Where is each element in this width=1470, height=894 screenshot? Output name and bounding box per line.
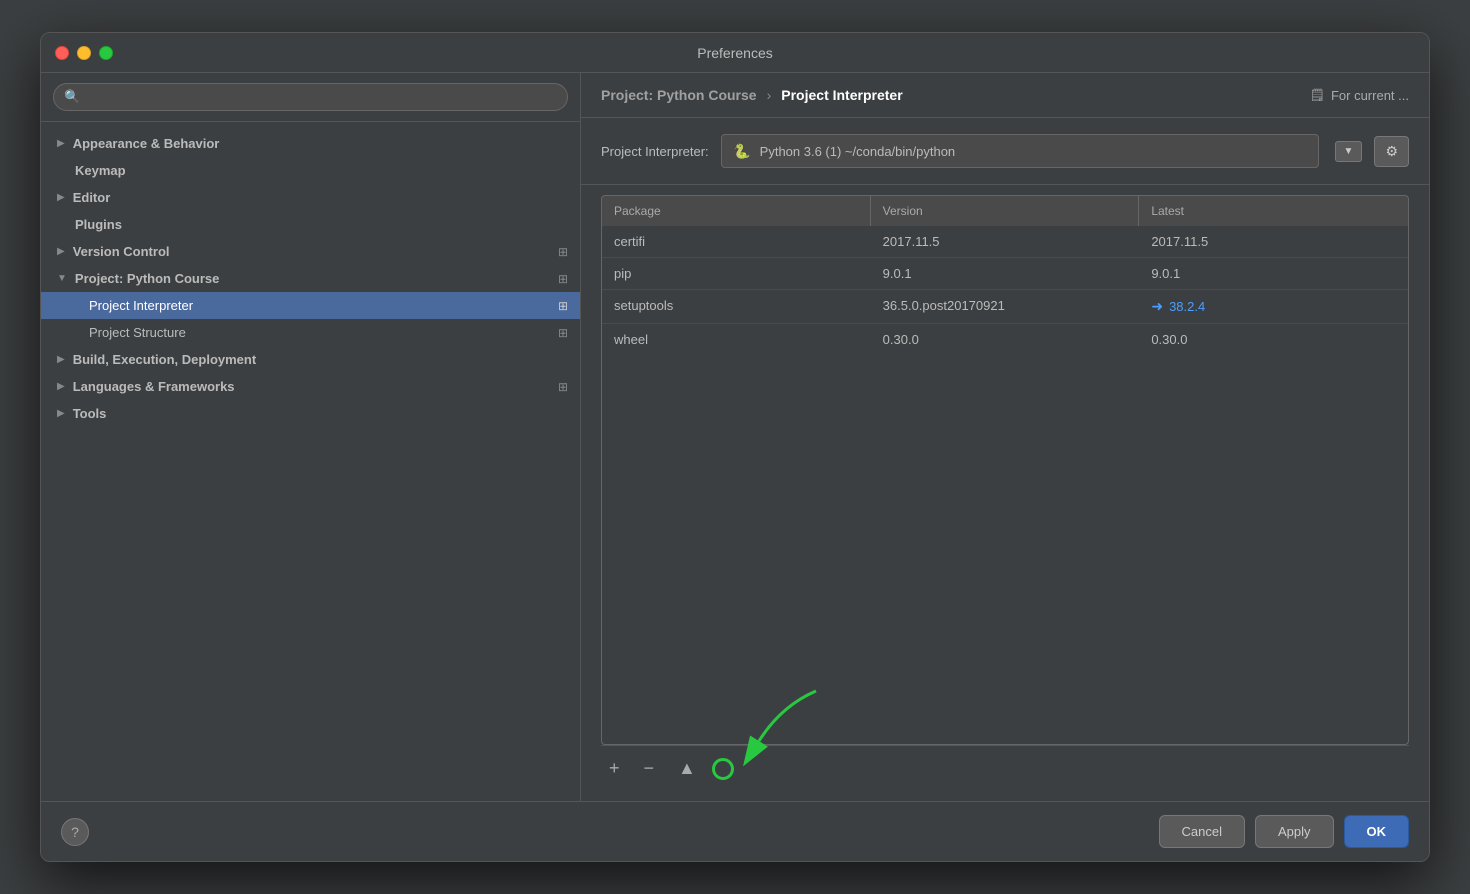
sidebar-item-version-control[interactable]: ▶ Version Control ⊞	[41, 238, 580, 265]
table-row[interactable]: wheel 0.30.0 0.30.0	[602, 324, 1408, 355]
pkg-latest: 9.0.1	[1139, 258, 1408, 289]
table-row[interactable]: certifi 2017.11.5 2017.11.5	[602, 226, 1408, 258]
breadcrumb: Project: Python Course › Project Interpr…	[581, 73, 1429, 118]
interpreter-label: Project Interpreter:	[601, 144, 709, 159]
sidebar-item-project-structure[interactable]: Project Structure ⊞	[41, 319, 580, 346]
table-header: Package Version Latest	[601, 195, 1409, 226]
arrow-icon: ▶	[57, 354, 65, 365]
for-current-label: For current ...	[1331, 88, 1409, 103]
sidebar-item-editor[interactable]: ▶ Editor	[41, 184, 580, 211]
context-icon: 🗒	[1310, 88, 1325, 102]
dialog-title: Preferences	[697, 45, 772, 61]
footer-buttons: Cancel Apply OK	[1159, 815, 1410, 848]
table-row[interactable]: setuptools 36.5.0.post20170921 ➜ 38.2.4	[602, 290, 1408, 324]
breadcrumb-parent: Project: Python Course	[601, 87, 757, 103]
sidebar-nav: ▶ Appearance & Behavior Keymap ▶ Editor …	[41, 122, 580, 801]
arrow-icon: ▶	[57, 246, 65, 257]
breadcrumb-right[interactable]: 🗒 For current ...	[1310, 88, 1409, 103]
add-package-button[interactable]: +	[601, 754, 628, 783]
ok-button[interactable]: OK	[1344, 815, 1410, 848]
sidebar-item-keymap[interactable]: Keymap	[41, 157, 580, 184]
close-button[interactable]	[55, 46, 69, 60]
title-bar: Preferences	[41, 33, 1429, 73]
upgrade-package-button[interactable]: ▲	[670, 754, 704, 783]
cancel-button[interactable]: Cancel	[1159, 815, 1245, 848]
sidebar-item-tools[interactable]: ▶ Tools	[41, 400, 580, 427]
maximize-button[interactable]	[99, 46, 113, 60]
gear-icon: ⚙	[1385, 143, 1398, 159]
search-bar: 🔍	[41, 73, 580, 122]
arrow-icon: ▶	[57, 138, 65, 149]
search-input[interactable]	[86, 90, 557, 105]
search-icon: 🔍	[64, 89, 80, 105]
arrow-icon: ▶	[57, 192, 65, 203]
sidebar-item-plugins[interactable]: Plugins	[41, 211, 580, 238]
refresh-icon[interactable]	[712, 758, 734, 780]
update-arrow-icon: ➜	[1151, 298, 1163, 315]
pkg-name: certifi	[602, 226, 871, 257]
package-table-area: Package Version Latest certifi 2017.11.5…	[601, 195, 1409, 745]
search-wrapper[interactable]: 🔍	[53, 83, 568, 111]
interpreter-dropdown-button[interactable]: ▼	[1335, 141, 1363, 162]
col-latest: Latest	[1139, 196, 1408, 226]
table-row[interactable]: pip 9.0.1 9.0.1	[602, 258, 1408, 290]
apply-button[interactable]: Apply	[1255, 815, 1334, 848]
interpreter-row: Project Interpreter: 🐍 Python 3.6 (1) ~/…	[581, 118, 1429, 185]
pkg-name: pip	[602, 258, 871, 289]
copy-icon: ⊞	[558, 245, 568, 259]
breadcrumb-current: Project Interpreter	[781, 87, 902, 103]
pkg-latest: 2017.11.5	[1139, 226, 1408, 257]
col-package: Package	[602, 196, 871, 226]
interpreter-name: Python 3.6 (1) ~/conda/bin/python	[760, 144, 1308, 159]
arrow-icon: ▼	[57, 273, 67, 284]
interpreter-settings-button[interactable]: ⚙	[1374, 136, 1409, 167]
sidebar-item-project-interpreter[interactable]: Project Interpreter ⊞	[41, 292, 580, 319]
interpreter-selector[interactable]: 🐍 Python 3.6 (1) ~/conda/bin/python	[721, 134, 1319, 168]
dropdown-arrow-icon: ▼	[1344, 146, 1354, 157]
pkg-latest-update: ➜ 38.2.4	[1139, 290, 1408, 323]
copy-icon: ⊞	[558, 272, 568, 286]
sidebar-item-build-execution[interactable]: ▶ Build, Execution, Deployment	[41, 346, 580, 373]
breadcrumb-separator: ›	[767, 87, 772, 103]
main-content: 🔍 ▶ Appearance & Behavior Keymap ▶	[41, 73, 1429, 801]
copy-icon: ⊞	[558, 326, 568, 340]
sidebar-item-languages-frameworks[interactable]: ▶ Languages & Frameworks ⊞	[41, 373, 580, 400]
pkg-name: wheel	[602, 324, 871, 355]
sidebar-item-appearance[interactable]: ▶ Appearance & Behavior	[41, 130, 580, 157]
remove-package-button[interactable]: −	[636, 754, 663, 783]
arrow-icon: ▶	[57, 408, 65, 419]
sidebar-item-project-python-course[interactable]: ▼ Project: Python Course ⊞	[41, 265, 580, 292]
pkg-version: 9.0.1	[871, 258, 1140, 289]
copy-icon: ⊞	[558, 299, 568, 313]
right-panel: Project: Python Course › Project Interpr…	[581, 73, 1429, 801]
pkg-version: 0.30.0	[871, 324, 1140, 355]
arrow-icon: ▶	[57, 381, 65, 392]
preferences-dialog: Preferences 🔍 ▶ Appearance & Behavior	[40, 32, 1430, 862]
python-icon: 🐍	[732, 141, 752, 161]
pkg-name: setuptools	[602, 290, 871, 323]
footer: ? Cancel Apply OK	[41, 801, 1429, 861]
pkg-latest: 0.30.0	[1139, 324, 1408, 355]
copy-icon: ⊞	[558, 380, 568, 394]
sidebar: 🔍 ▶ Appearance & Behavior Keymap ▶	[41, 73, 581, 801]
col-version: Version	[871, 196, 1140, 226]
help-button[interactable]: ?	[61, 818, 89, 846]
pkg-latest-value: 38.2.4	[1169, 299, 1205, 314]
pkg-version: 2017.11.5	[871, 226, 1140, 257]
minimize-button[interactable]	[77, 46, 91, 60]
table-toolbar: + − ▲	[601, 745, 1409, 791]
pkg-version: 36.5.0.post20170921	[871, 290, 1140, 323]
table-body: certifi 2017.11.5 2017.11.5 pip 9.0.1 9.…	[601, 226, 1409, 745]
traffic-lights	[55, 46, 113, 60]
